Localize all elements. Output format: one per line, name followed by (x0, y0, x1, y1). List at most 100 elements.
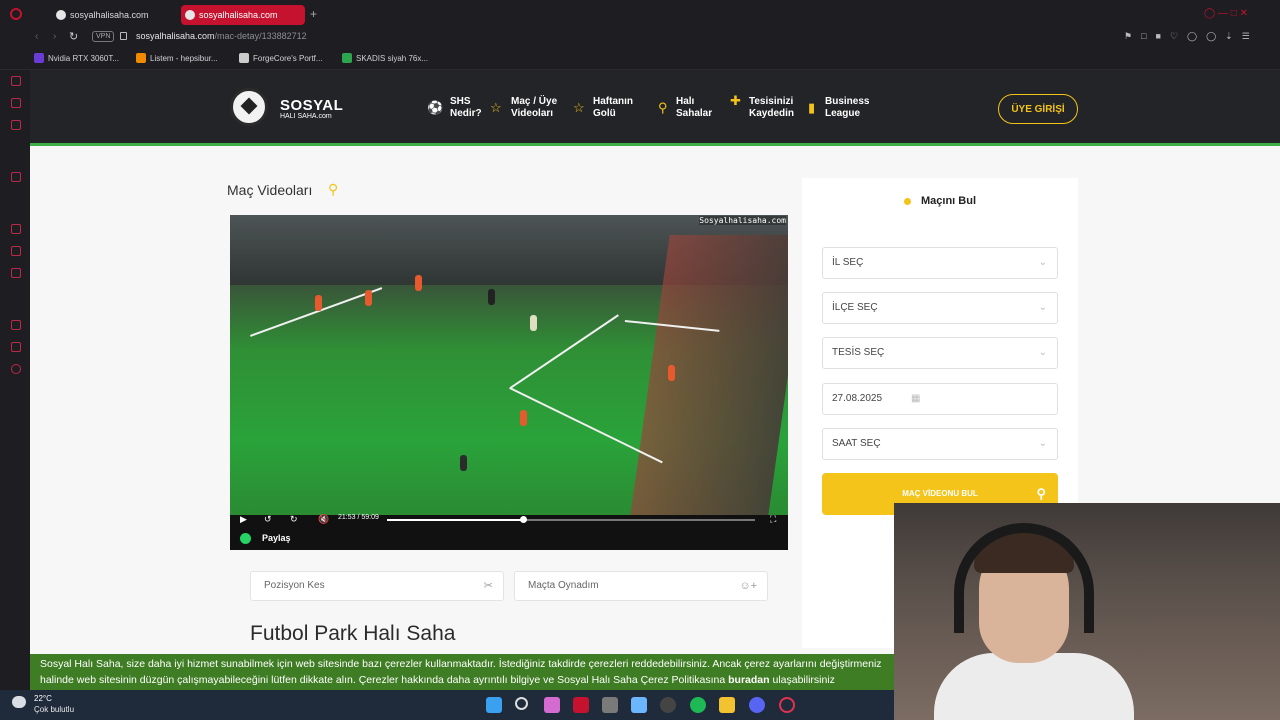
forward-10-icon[interactable]: ↻ (290, 512, 298, 526)
action-label: Maçta Oynadım (528, 580, 599, 591)
bookmark-item[interactable]: SKADIS siyah 76x... (342, 53, 429, 63)
played-in-match-button[interactable]: Maçta Oynadım ☺+ (514, 571, 768, 601)
bookmark-item[interactable]: Listem - hepsibur... (136, 53, 218, 63)
nav-label: Sahalar (676, 108, 713, 119)
nav-haftanin-golu[interactable]: Haftanın Golü (593, 96, 633, 120)
player (488, 289, 495, 305)
opera-icon[interactable] (779, 697, 795, 713)
video-progress-handle[interactable] (520, 516, 528, 523)
app-icon[interactable] (631, 697, 647, 713)
select-value: SAAT SEÇ (832, 438, 881, 449)
nav-tesisinizi-kaydedin[interactable]: Tesisinizi Kaydedin (749, 96, 794, 120)
nav-label: Tesisinizi (749, 96, 794, 107)
url-host: sosyalhalisaha.com (136, 31, 215, 41)
sidebar-app-icon[interactable] (11, 76, 21, 86)
forward-icon[interactable]: › (53, 31, 56, 42)
sidebar-app-icon[interactable] (11, 224, 21, 234)
bookmark-item[interactable]: Nvidia RTX 3060T... (34, 53, 119, 63)
player (460, 455, 467, 471)
finder-title: Maçını Bul (921, 195, 977, 207)
headset-icon (954, 523, 1094, 633)
window-controls[interactable]: ◯ — □ ✕ (1204, 8, 1274, 19)
field-line (510, 314, 619, 389)
video-frame (230, 215, 788, 515)
site-header: SOSYAL HALI SAHA.com ⚽ SHS Nedir? ☆ Maç /… (30, 70, 1280, 146)
search-icon[interactable] (515, 697, 528, 710)
badge-icon: ▮ (808, 100, 816, 115)
chevron-down-icon: ⌄ (1038, 257, 1047, 268)
nav-label: Videoları (511, 108, 554, 119)
video-controls: ▶ ↺ ↻ 🔇 21:53 / 59:09 ⛶ (230, 512, 788, 526)
add-user-icon: ☺+ (739, 580, 757, 592)
new-tab-icon[interactable]: + (310, 7, 317, 21)
sidebar-app-icon[interactable] (11, 98, 21, 108)
logo-soccer-ball-icon[interactable] (230, 88, 268, 126)
player (530, 315, 537, 331)
player (415, 275, 422, 291)
video-player[interactable]: Sosyalhalisaha.com ▶ ↺ ↻ 🔇 21:53 / 59:09… (230, 215, 788, 550)
chevron-down-icon: ⌄ (1038, 347, 1047, 358)
browser-tab-active[interactable]: sosyalhalisaha.com (181, 5, 305, 25)
windows-start-icon[interactable] (486, 697, 502, 713)
back-icon[interactable]: ‹ (35, 31, 38, 42)
sidebar-app-icon[interactable] (11, 246, 21, 256)
nav-hali-sahalar[interactable]: Halı Sahalar (676, 96, 712, 120)
bookmarks-bar: Nvidia RTX 3060T... Listem - hepsibur...… (0, 48, 1280, 70)
bookmark-item[interactable]: ForgeCore's Portf... (239, 53, 323, 63)
player (315, 295, 322, 311)
nav-label: Halı (676, 96, 695, 107)
trophy-icon: ☆ (490, 100, 502, 115)
bookmark-label: SKADIS siyah 76x... (356, 54, 429, 63)
app-icon[interactable] (660, 697, 676, 713)
cut-position-button[interactable]: Pozisyon Kes ✂ (250, 571, 504, 601)
video-progress-bar[interactable] (387, 516, 755, 523)
search-icon[interactable]: ⚲ (328, 181, 338, 198)
spotify-icon[interactable] (690, 697, 706, 713)
province-select[interactable]: İL SEÇ ⌄ (822, 247, 1058, 279)
sidebar-app-icon[interactable] (11, 320, 21, 330)
sidebar-app-icon[interactable] (11, 342, 21, 352)
facility-select[interactable]: TESİS SEÇ ⌄ (822, 337, 1058, 369)
file-explorer-icon[interactable] (719, 697, 735, 713)
discord-icon[interactable] (749, 697, 765, 713)
app-icon[interactable] (544, 697, 560, 713)
settings-icon[interactable] (11, 364, 21, 374)
url-field[interactable]: sosyalhalisaha.com/mac-detay/133882712 (136, 31, 307, 41)
location-pin-icon: ⚲ (658, 100, 668, 115)
vpn-badge[interactable]: VPN (92, 31, 115, 42)
browser-logo-icon[interactable] (10, 8, 22, 20)
browser-tab[interactable]: sosyalhalisaha.com (52, 5, 177, 25)
field-line (509, 387, 663, 464)
logo-subtext: HALI SAHA.com (280, 113, 332, 120)
sidebar-app-icon[interactable] (11, 172, 21, 182)
rewind-10-icon[interactable]: ↺ (264, 512, 272, 526)
lock-icon (120, 32, 127, 40)
date-field[interactable]: 27.08.2025 ▦ (822, 383, 1058, 415)
nav-business-league[interactable]: Business League (825, 96, 869, 120)
nav-label: Nedir? (450, 108, 482, 119)
sidebar-app-icon[interactable] (11, 120, 21, 130)
nav-shs-nedir[interactable]: SHS Nedir? (450, 96, 482, 120)
browser-sidebar (0, 70, 30, 690)
reload-icon[interactable]: ↻ (69, 30, 78, 43)
bookmark-favicon-icon (136, 53, 146, 63)
logo-text[interactable]: SOSYAL (280, 97, 343, 114)
cookie-policy-link[interactable]: buradan (728, 674, 769, 686)
toolbar-icons[interactable]: ⚑□■♡◯◯⇣☰ (1124, 31, 1259, 42)
mute-icon[interactable]: 🔇 (318, 512, 329, 526)
hour-select[interactable]: SAAT SEÇ ⌄ (822, 428, 1058, 460)
nav-mac-videolari[interactable]: Maç / Üye Videoları (511, 96, 557, 120)
cloud-icon (12, 696, 26, 708)
app-icon[interactable] (573, 697, 589, 713)
nav-label: Golü (593, 108, 616, 119)
district-select[interactable]: İLÇE SEÇ ⌄ (822, 292, 1058, 324)
play-icon[interactable]: ▶ (240, 512, 247, 526)
weather-description: Çok bulutlu (34, 705, 75, 714)
address-bar: ‹ › ↻ VPN sosyalhalisaha.com/mac-detay/1… (0, 28, 1280, 48)
sidebar-app-icon[interactable] (11, 268, 21, 278)
fullscreen-icon[interactable]: ⛶ (770, 512, 776, 526)
webcam-person-shirt (934, 653, 1134, 720)
tab-label: sosyalhalisaha.com (70, 10, 149, 20)
app-icon[interactable] (602, 697, 618, 713)
login-button[interactable]: ÜYE GİRİŞİ (998, 94, 1078, 124)
